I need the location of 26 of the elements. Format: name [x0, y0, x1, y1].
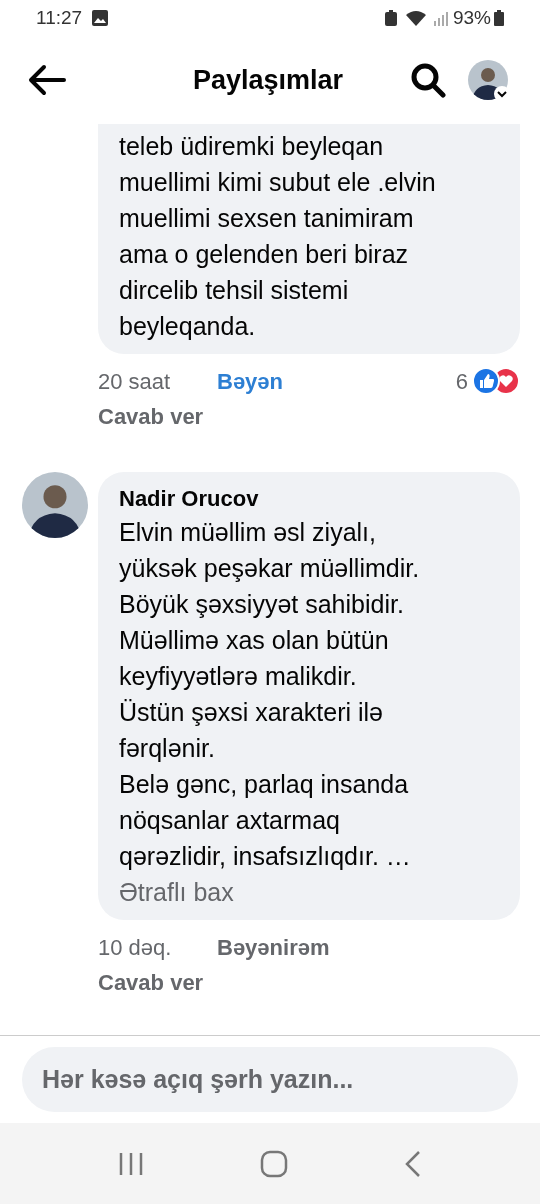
page-title: Paylaşımlar — [192, 63, 344, 97]
timestamp: 10 dəq. — [98, 933, 173, 962]
comment-text: Elvin müəllim əsl ziyalı, yüksək peşəkar müəllimdir. Böyük şəxsiyyət sahibidir. Müəllimə xas olan bütün keyfiyyətlərə malikdir. Üstün şəxsi xarakteri ilə fərqlənir. Belə gənc, parlaq insanda nöqsanlar axtarmaq qərəzlidir, insafsızlıqdır. … — [119, 517, 421, 872]
status-time: 11:27 — [36, 5, 83, 30]
signal-icon — [432, 10, 449, 26]
chevron-down-icon[interactable] — [494, 86, 510, 102]
reply-button[interactable]: Cavab ver — [98, 402, 204, 432]
wifi-icon — [404, 10, 427, 26]
home-icon[interactable] — [260, 1149, 288, 1178]
battery-saver-icon — [384, 10, 397, 26]
profile-avatar — [468, 60, 508, 100]
gallery-icon — [92, 10, 109, 26]
timestamp: 20 saat — [98, 367, 172, 396]
like-button[interactable]: Bəyənirəm — [217, 930, 330, 964]
author-name[interactable]: Nadir Orucov — [119, 484, 499, 514]
comment-text: teleb üdiremki beyleqan muellimi kimi subut ele .elvin muellimi sexsen tanimiram ama o gelenden beri biraz dircelib tehsil sistemi beyleqanda. — [119, 131, 437, 342]
reaction-count: 6 — [455, 367, 468, 396]
reply-button[interactable]: Cavab ver — [98, 968, 204, 998]
see-more-link[interactable]: Ətraflı bax — [119, 874, 499, 910]
battery-icon — [494, 10, 504, 26]
comment-input-field[interactable]: Hər kəsə açıq şərh yazın... — [22, 1047, 518, 1112]
back-arrow-icon[interactable] — [28, 64, 66, 96]
search-icon[interactable] — [410, 62, 446, 98]
reactions-icon[interactable] — [472, 367, 520, 395]
battery-percent: 93% — [452, 5, 491, 30]
like-button[interactable]: Bəyən — [217, 364, 284, 398]
